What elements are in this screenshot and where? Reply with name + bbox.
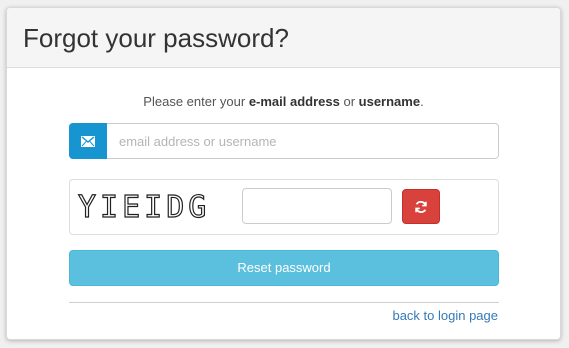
instructions-email-term: e-mail address (248, 94, 340, 109)
instructions-suffix: . (420, 94, 424, 109)
reset-password-button[interactable]: Reset password (69, 250, 499, 286)
captcha-input[interactable] (242, 188, 392, 224)
email-addon (69, 123, 107, 159)
back-to-login-link[interactable]: back to login page (392, 308, 498, 323)
page-title: Forgot your password? (23, 23, 289, 53)
forgot-password-panel: Forgot your password? Please enter your … (6, 7, 561, 340)
captcha-refresh-button[interactable] (402, 189, 440, 224)
captcha-box: YIEIDG (69, 179, 499, 235)
envelope-icon (81, 135, 95, 147)
email-field[interactable] (107, 123, 499, 159)
instructions-text: Please enter your e-mail address or user… (7, 94, 560, 109)
instructions-middle: or (339, 94, 359, 109)
instructions-username-term: username (358, 94, 421, 109)
captcha-image: YIEIDG (77, 189, 211, 225)
email-input-group (69, 123, 499, 159)
instructions-prefix: Please enter your (143, 94, 249, 109)
panel-heading: Forgot your password? (7, 8, 560, 68)
divider (69, 302, 499, 303)
refresh-icon (415, 200, 427, 213)
